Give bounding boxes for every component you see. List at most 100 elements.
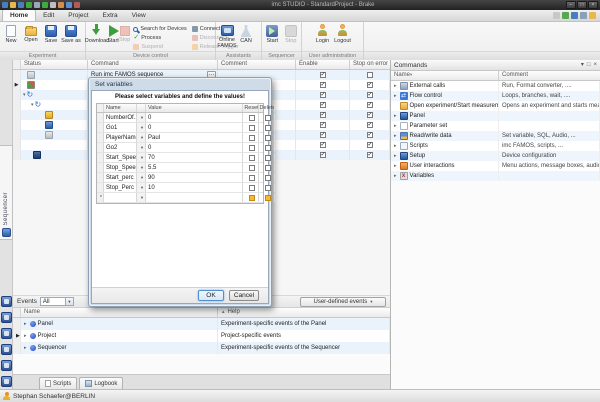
variable-name[interactable] (104, 193, 137, 202)
logout-button[interactable]: Logout (333, 23, 353, 44)
variable-value-input[interactable]: Paul (146, 133, 243, 142)
command-category-row[interactable]: ▸User interactions Menu actions, message… (391, 161, 600, 171)
reset-checkbox[interactable] (249, 135, 255, 141)
column-enable[interactable]: Enable (296, 60, 350, 69)
can-button[interactable]: CAN (237, 23, 255, 44)
variable-value-input[interactable]: 70 (146, 153, 243, 162)
commands-column-name[interactable]: Name▾ (391, 71, 499, 80)
titlebar-tool-icon[interactable] (562, 12, 569, 19)
stop-on-error-checkbox[interactable]: ✓ (367, 92, 373, 98)
variable-row[interactable]: Go2 ▾ 0 (97, 143, 263, 153)
chevron-down-icon[interactable]: ▾ (581, 61, 584, 70)
new-variable-row[interactable]: * ▾ (97, 193, 263, 203)
enable-checkbox[interactable]: ✓ (320, 102, 326, 108)
login-button[interactable]: Login (313, 23, 333, 44)
stop-on-error-checkbox[interactable]: ✓ (367, 102, 373, 108)
chevron-down-icon[interactable]: ▾ (137, 113, 146, 122)
variable-value-input[interactable]: 0 (146, 113, 243, 122)
tree-expander-icon[interactable]: ▸ (394, 83, 397, 89)
tree-expander-icon[interactable]: ▸ (394, 163, 397, 169)
event-row[interactable]: ▸Panel Experiment-specific events of the… (13, 318, 390, 330)
variable-row[interactable]: PlayerName ▾ Paul (97, 133, 263, 143)
close-icon[interactable]: × (593, 61, 597, 70)
delete-checkbox[interactable] (265, 115, 271, 121)
reset-checkbox[interactable] (249, 165, 255, 171)
variable-row[interactable]: Stop_Perc ▾ 10 (97, 183, 263, 193)
delete-checkbox[interactable] (265, 185, 271, 191)
enable-checkbox[interactable]: ✓ (320, 132, 326, 138)
tree-expander-icon[interactable]: ▸ (24, 321, 27, 327)
tree-expander-icon[interactable]: ▸ (394, 153, 397, 159)
quick-stop-icon[interactable] (50, 2, 56, 8)
command-category-row[interactable]: ▸Panel (391, 111, 600, 121)
cancel-button[interactable]: Cancel (229, 290, 259, 301)
tree-expanded-icon[interactable]: ▾ (31, 102, 34, 108)
tree-expander-icon[interactable]: ▸ (394, 133, 397, 139)
enable-checkbox[interactable]: ✓ (320, 152, 326, 158)
command-category-row[interactable]: ▸Setup Device configuration (391, 151, 600, 161)
var-column-delete[interactable]: Delete (259, 104, 275, 112)
process-button[interactable]: ✓Process (133, 34, 186, 42)
tree-expander-icon[interactable]: ▸ (24, 345, 27, 351)
quick-tool-icon[interactable] (58, 2, 64, 8)
delete-checkbox[interactable] (265, 195, 271, 201)
variable-row[interactable]: Start_Speed ▾ 70 (97, 153, 263, 163)
sequencer-start-button[interactable]: Start (263, 23, 282, 44)
stop-on-error-checkbox[interactable] (367, 72, 373, 78)
delete-checkbox[interactable] (265, 175, 271, 181)
enable-checkbox[interactable]: ✓ (320, 92, 326, 98)
column-comment[interactable]: Comment (218, 60, 296, 69)
sequencer-stop-button[interactable]: Stop (282, 23, 301, 44)
user-defined-events-button[interactable]: User-defined events ▾ (300, 297, 386, 307)
column-status[interactable]: Status (21, 60, 88, 69)
open-button[interactable]: Open (21, 23, 41, 43)
close-icon[interactable]: × (588, 1, 598, 9)
titlebar-tool-icon[interactable] (580, 12, 587, 19)
events-column-name[interactable]: Name (21, 308, 218, 317)
tab-home[interactable]: Home (2, 9, 36, 21)
var-column-value[interactable]: Value (146, 104, 243, 112)
chevron-down-icon[interactable]: ▾ (137, 143, 146, 152)
tree-expander-icon[interactable]: ▸ (394, 93, 397, 99)
commands-column-comment[interactable]: Comment (499, 71, 600, 80)
tree-expander-icon[interactable]: ▸ (394, 143, 397, 149)
docked-page-icon[interactable] (1, 312, 12, 323)
new-button[interactable]: New (1, 23, 21, 44)
docked-page-icon[interactable] (1, 344, 12, 355)
quick-check-icon[interactable] (26, 2, 32, 8)
chevron-down-icon[interactable]: ▾ (65, 298, 73, 305)
column-stop-on-error[interactable]: Stop on error (350, 60, 390, 69)
column-command[interactable]: Command (88, 60, 218, 69)
docked-page-icon[interactable] (1, 376, 12, 387)
minimize-icon[interactable]: – (566, 1, 576, 9)
reset-checkbox[interactable] (249, 155, 255, 161)
delete-checkbox[interactable] (265, 155, 271, 161)
stop-on-error-checkbox[interactable]: ✓ (367, 132, 373, 138)
stop-on-error-checkbox[interactable]: ✓ (367, 112, 373, 118)
chevron-down-icon[interactable]: ▾ (137, 133, 146, 142)
event-row[interactable]: ▸Sequencer Experiment-specific events of… (13, 342, 390, 354)
stop-on-error-checkbox[interactable]: ✓ (367, 142, 373, 148)
stop-on-error-checkbox[interactable]: ✓ (367, 152, 373, 158)
quick-open-icon[interactable] (10, 2, 16, 8)
maximize-icon[interactable]: □ (577, 1, 587, 9)
command-category-row[interactable]: ▸External calls Run, Format converter, .… (391, 81, 600, 91)
reset-checkbox[interactable] (249, 115, 255, 121)
command-category-row[interactable]: ▸Read/write data Set variable, SQL, Audi… (391, 131, 600, 141)
variable-row[interactable]: Stop_Speed ▾ 5.5 (97, 163, 263, 173)
delete-checkbox[interactable] (265, 165, 271, 171)
tree-expander-icon[interactable]: ▸ (394, 173, 397, 179)
search-for-devices-button[interactable]: Search for Devices (133, 25, 186, 33)
reset-checkbox[interactable] (249, 145, 255, 151)
variable-value-input[interactable]: 5.5 (146, 163, 243, 172)
delete-checkbox[interactable] (265, 125, 271, 131)
start-button[interactable]: Start (107, 23, 119, 44)
tree-expander-icon[interactable]: ▸ (394, 113, 397, 119)
variable-value-input[interactable]: 10 (146, 183, 243, 192)
ok-button[interactable]: OK (198, 290, 224, 301)
help-icon[interactable] (589, 12, 596, 19)
dialog-title[interactable]: Set variables (91, 80, 269, 90)
pin-icon[interactable]: □ (587, 61, 591, 70)
enable-checkbox[interactable]: ✓ (320, 122, 326, 128)
reset-checkbox[interactable] (249, 185, 255, 191)
